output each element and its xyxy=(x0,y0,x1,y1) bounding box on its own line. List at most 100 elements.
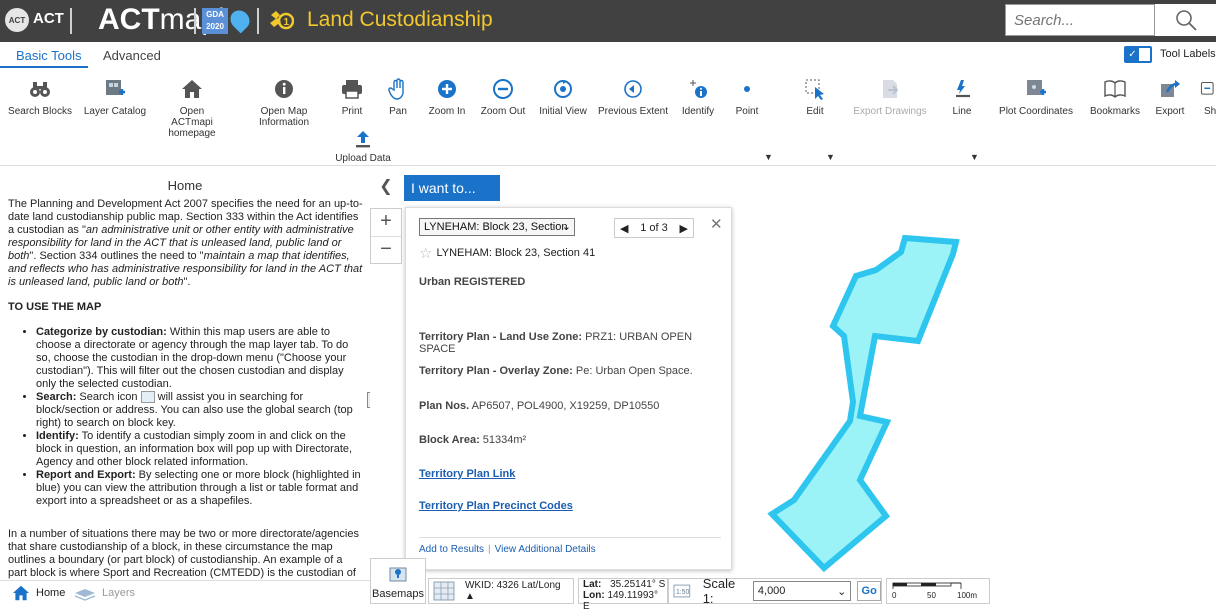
tab-home[interactable]: Home xyxy=(12,585,65,601)
bookmarks-button[interactable]: Bookmarks xyxy=(1090,78,1140,117)
export-drawings-button[interactable]: Export Drawings xyxy=(852,78,928,117)
pan-button[interactable]: Pan xyxy=(382,78,414,117)
view-additional-details-link[interactable]: View Additional Details xyxy=(495,544,596,555)
feature-select-dropdown[interactable]: LYNEHAM: Block 23, Section ⌄ xyxy=(419,218,575,236)
go-button[interactable]: Go xyxy=(857,581,881,601)
territory-plan-link[interactable]: Territory Plan Link xyxy=(419,468,515,480)
line-measure-button[interactable]: Line xyxy=(940,78,984,117)
popup-title-text: LYNEHAM: Block 23, Section 41 xyxy=(436,247,596,259)
global-search-input[interactable] xyxy=(1006,5,1154,35)
star-icon[interactable]: ☆ xyxy=(419,244,432,262)
intro-mid-text: ". Section 334 outlines the need to " xyxy=(29,250,204,262)
scale-input[interactable]: 4,000 ⌄ xyxy=(752,581,852,601)
plot-coordinates-icon xyxy=(1027,80,1046,95)
bookmarks-label: Bookmarks xyxy=(1090,106,1141,117)
global-search[interactable] xyxy=(1005,4,1155,36)
scale-bar-100: 100m xyxy=(957,591,978,600)
zoom-in-button[interactable]: Zoom In xyxy=(424,78,470,117)
tab-layers[interactable]: Layers xyxy=(74,585,135,601)
popup-footer: Add to Results | View Additional Details xyxy=(419,544,596,555)
next-feature-button[interactable]: ▶ xyxy=(680,222,688,235)
share-button[interactable]: Sh xyxy=(1200,78,1216,117)
point-icon xyxy=(744,86,750,92)
intro-paragraph: The Planning and Development Act 2007 sp… xyxy=(8,198,364,289)
wkid-text: WKID: 4326 Lat/Long ▲ xyxy=(464,580,561,602)
map-zoom-out-button[interactable]: − xyxy=(371,236,401,263)
land-use-zone-label: Territory Plan - Land Use Zone: xyxy=(419,331,582,343)
export-button[interactable]: Export xyxy=(1150,78,1190,117)
edit-button[interactable]: Edit xyxy=(794,78,836,117)
gda2020-logo: GDA 2020 xyxy=(202,8,228,34)
basic-toolbar: Search Blocks Layer Catalog Open ACTmapi… xyxy=(0,68,1216,166)
global-search-button[interactable] xyxy=(1155,4,1216,36)
i-want-to-menu-button[interactable]: I want to... xyxy=(404,175,500,201)
actmapi-logo-bold: ACT xyxy=(98,3,160,36)
broken-image-icon xyxy=(140,391,155,404)
point-draw-button[interactable]: Point xyxy=(732,78,762,117)
block-status: Urban REGISTERED xyxy=(419,276,526,288)
initial-view-button[interactable]: Initial View xyxy=(536,78,590,117)
upload-data-button[interactable]: Upload Data xyxy=(334,128,392,164)
export-label: Export xyxy=(1155,106,1185,117)
identify-button[interactable]: Identify xyxy=(678,78,718,117)
toolbar-tabs: Basic Tools Advanced xyxy=(0,42,1216,68)
land-custodianship-app-icon: 1 xyxy=(270,11,294,30)
open-map-information-button[interactable]: Open Map Information xyxy=(250,78,318,128)
bullet-text: To identify a custodian simply zoom in a… xyxy=(36,430,353,468)
bullet-title: Categorize by custodian: xyxy=(36,326,167,338)
edit-dropdown-arrow[interactable]: ▼ xyxy=(826,152,835,162)
scale-control: 1:50 Scale 1: 4,000 ⌄ Go xyxy=(668,576,882,606)
tab-advanced[interactable]: Advanced xyxy=(103,48,161,63)
plan-numbers: Plan Nos. AP6507, POL4900, X19259, DP105… xyxy=(419,400,659,412)
coordinate-grid-icon xyxy=(433,581,455,601)
header-divider xyxy=(70,8,72,34)
close-icon[interactable]: ✕ xyxy=(710,215,723,233)
scale-bar: 0 50 100m xyxy=(886,578,990,604)
print-label: Print xyxy=(341,106,363,117)
map-status-bar: Basemaps WKID: 4326 Lat/Long ▲ Lat: 35.2… xyxy=(370,556,1216,612)
line-dropdown-arrow[interactable]: ▼ xyxy=(970,152,979,162)
check-icon: ✓ xyxy=(1126,48,1139,61)
svg-text:1: 1 xyxy=(284,17,290,28)
info-icon xyxy=(275,80,293,98)
previous-extent-label: Previous Extent xyxy=(597,106,669,117)
point-dropdown-arrow[interactable]: ▼ xyxy=(764,152,773,162)
search-blocks-button[interactable]: Search Blocks xyxy=(8,78,72,117)
longitude-label: Lon: xyxy=(583,590,605,601)
line-measure-icon xyxy=(956,80,970,98)
print-button[interactable]: Print xyxy=(334,78,370,117)
open-actmapi-homepage-button[interactable]: Open ACTmapi homepage xyxy=(158,78,226,139)
export-drawings-icon xyxy=(883,80,899,98)
collapse-panel-button[interactable]: ❮ xyxy=(372,175,400,199)
basemaps-label: Basemaps xyxy=(372,588,424,600)
popup-footer-divider xyxy=(419,537,721,538)
zoom-out-button[interactable]: Zoom Out xyxy=(478,78,528,117)
map-zoom-control: + − xyxy=(370,208,402,264)
plot-coordinates-button[interactable]: Plot Coordinates xyxy=(996,78,1076,117)
tab-basic-tools[interactable]: Basic Tools xyxy=(16,48,82,63)
zoom-out-label: Zoom Out xyxy=(480,106,526,117)
act-government-logo: ACT xyxy=(5,8,29,32)
chevron-down-icon: ⌄ xyxy=(837,585,847,598)
identify-label: Identify xyxy=(681,106,715,117)
add-to-results-link[interactable]: Add to Results xyxy=(419,544,484,555)
svg-text:1:50: 1:50 xyxy=(676,589,690,596)
layer-catalog-button[interactable]: Layer Catalog xyxy=(82,78,148,117)
selected-parcel-polygon[interactable] xyxy=(767,234,960,573)
upload-data-label: Upload Data xyxy=(335,153,391,164)
pan-label: Pan xyxy=(389,106,407,117)
previous-extent-button[interactable]: Previous Extent xyxy=(596,78,670,117)
tool-labels-toggle[interactable]: ✓ xyxy=(1124,46,1152,63)
scale-bar-50: 50 xyxy=(927,591,936,600)
search-icon xyxy=(1175,10,1197,31)
bullet-title: Report and Export: xyxy=(36,469,136,481)
initial-view-label: Initial View xyxy=(539,106,587,117)
previous-feature-button[interactable]: ◀ xyxy=(620,222,628,235)
coordinate-system-selector[interactable]: WKID: 4326 Lat/Long ▲ xyxy=(428,578,574,604)
basemaps-button[interactable]: Basemaps xyxy=(370,558,426,604)
tab-layers-label: Layers xyxy=(102,587,136,599)
map-zoom-in-button[interactable]: + xyxy=(371,209,401,236)
territory-plan-precinct-codes-link[interactable]: Territory Plan Precinct Codes xyxy=(419,500,573,512)
open-map-information-label: Open Map Information xyxy=(258,106,310,128)
feature-select-value: LYNEHAM: Block 23, Section xyxy=(424,221,568,233)
